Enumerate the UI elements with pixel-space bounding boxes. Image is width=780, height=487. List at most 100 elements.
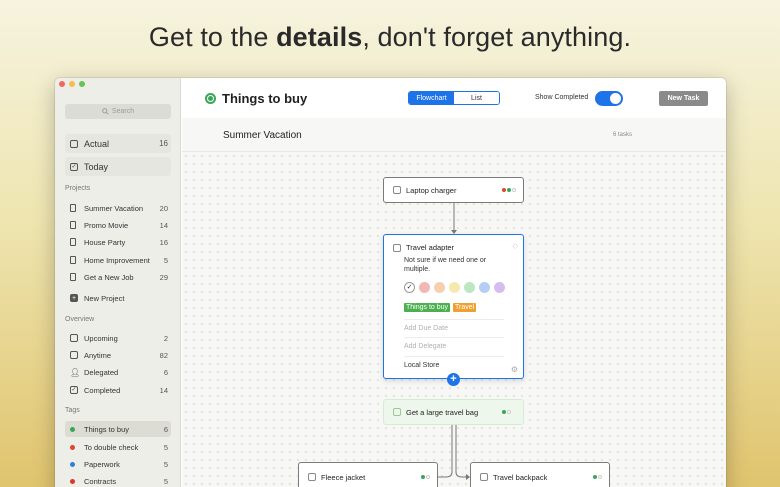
tags-header: Tags: [65, 407, 80, 414]
task-node-fleece-jacket[interactable]: Fleece jacket: [298, 462, 438, 487]
task-checkbox[interactable]: [480, 473, 488, 481]
document-icon: [65, 204, 79, 212]
new-project-button[interactable]: + New Project: [65, 290, 171, 306]
sidebar-tag-contracts[interactable]: Contracts 5: [65, 473, 171, 487]
headline-prefix: Get to the: [148, 22, 277, 52]
sidebar-item-project[interactable]: Home Improvement 5: [65, 252, 171, 268]
sidebar-item-project[interactable]: Summer Vacation 20: [65, 200, 171, 216]
page-title-group: Things to buy: [205, 91, 307, 106]
sidebar-item-label: Summer Vacation: [84, 203, 144, 213]
sidebar-tag-paperwork[interactable]: Paperwork 5: [65, 456, 171, 472]
zoom-window-button[interactable]: [79, 81, 85, 87]
new-task-button[interactable]: New Task: [659, 91, 708, 106]
sidebar-item-label: Promo Movie: [84, 220, 129, 230]
document-icon: [65, 221, 79, 229]
tab-flowchart[interactable]: Flowchart: [409, 92, 454, 104]
color-swatch-green[interactable]: [464, 282, 475, 293]
task-title: Laptop charger: [406, 185, 457, 195]
color-swatch-purple[interactable]: [494, 282, 505, 293]
sidebar-item-count: 20: [159, 203, 168, 213]
toolbar: Things to buy Flowchart List Show Comple…: [182, 78, 726, 118]
sidebar-item-count: 5: [163, 255, 168, 265]
task-checkbox[interactable]: [393, 408, 401, 416]
sidebar-item-anytime[interactable]: Anytime 82: [65, 347, 171, 363]
person-icon: 👤︎: [70, 367, 81, 377]
task-node-travel-bag[interactable]: Get a large travel bag: [383, 399, 524, 425]
sidebar-item-count: 29: [159, 272, 168, 282]
document-icon: [65, 256, 79, 264]
close-window-button[interactable]: [59, 81, 65, 87]
sidebar-item-label: Get a New Job: [84, 272, 134, 282]
color-swatch-blue[interactable]: [479, 282, 490, 293]
sidebar-item-count: 5: [163, 459, 168, 469]
task-count: 6 tasks: [613, 132, 633, 138]
task-node-travel-backpack[interactable]: Travel backpack: [470, 462, 610, 487]
show-completed-label: Show Completed: [535, 94, 589, 101]
tag-things-to-buy[interactable]: Things to buy: [404, 303, 451, 312]
view-switcher: Flowchart List: [408, 91, 500, 105]
sidebar-item-project[interactable]: House Party 16: [65, 234, 171, 250]
tag-dots-icon: [502, 410, 511, 414]
tag-dots-icon: [421, 475, 430, 479]
color-swatch-red[interactable]: [419, 282, 430, 293]
search-input[interactable]: Search: [65, 104, 171, 119]
plus-icon: +: [70, 294, 78, 302]
project-title: Summer Vacation: [223, 130, 302, 141]
location-field[interactable]: Local Store: [404, 356, 504, 369]
sidebar-item-count: 5: [163, 476, 168, 486]
tag-dot-icon: [65, 444, 79, 450]
task-checkbox[interactable]: [393, 243, 401, 252]
sidebar-item-count: 82: [159, 350, 168, 360]
color-swatch-orange[interactable]: [434, 282, 445, 293]
sidebar-item-label: Home Improvement: [84, 255, 150, 265]
task-note[interactable]: Not sure if we need one or multiple.: [404, 256, 504, 274]
overview-header: Overview: [65, 316, 95, 323]
tab-list[interactable]: List: [454, 92, 499, 104]
task-title: Travel backpack: [493, 472, 548, 482]
tag-dots-icon: [593, 475, 602, 479]
task-title: Get a large travel bag: [406, 407, 479, 417]
sidebar-item-label: Today: [84, 161, 109, 172]
add-subtask-button[interactable]: +: [447, 373, 460, 386]
sidebar-item-label: To double check: [84, 442, 139, 452]
sidebar-item-project[interactable]: Get a New Job 29: [65, 269, 171, 285]
search-placeholder: Search: [111, 108, 135, 115]
new-project-label: New Project: [84, 293, 125, 303]
sidebar-item-count: 6: [163, 424, 168, 434]
sidebar-item-delegated[interactable]: 👤︎ Delegated 6: [65, 364, 171, 380]
tag-dot-icon: [65, 461, 79, 467]
color-none-swatch[interactable]: ✓: [404, 282, 415, 293]
checkbox-checked-icon: ✓: [70, 386, 78, 394]
sidebar-item-count: 6: [163, 367, 168, 377]
color-picker: ✓: [404, 282, 505, 293]
task-checkbox[interactable]: [308, 473, 316, 481]
show-completed-toggle[interactable]: [595, 91, 623, 106]
calendar-icon: [65, 334, 79, 342]
reorder-icon[interactable]: ◇: [513, 242, 518, 250]
flowchart-canvas[interactable]: Laptop charger Travel adapter ◇ Not sure…: [182, 152, 726, 487]
sidebar-item-today[interactable]: ✓ Today: [65, 157, 171, 176]
sidebar-item-label: Things to buy: [84, 424, 130, 434]
sidebar-item-label: Actual: [84, 138, 110, 149]
page-title: Things to buy: [222, 91, 308, 106]
tag-travel[interactable]: Travel: [453, 303, 477, 312]
minimize-window-button[interactable]: [69, 81, 75, 87]
delegate-field[interactable]: Add Delegate: [404, 337, 504, 350]
sidebar-item-actual[interactable]: Actual 16: [65, 134, 171, 153]
sidebar-item-completed[interactable]: ✓ Completed 14: [65, 382, 171, 398]
settings-icon[interactable]: ⚙: [511, 365, 518, 374]
projects-header: Projects: [65, 185, 91, 192]
task-checkbox[interactable]: [393, 186, 401, 194]
task-card-travel-adapter[interactable]: Travel adapter ◇ Not sure if we need one…: [383, 234, 524, 386]
sidebar-item-upcoming[interactable]: Upcoming 2: [65, 330, 171, 346]
sidebar-tag-to-double-check[interactable]: To double check 5: [65, 439, 171, 455]
sidebar-item-count: 16: [159, 139, 168, 148]
task-node-laptop-charger[interactable]: Laptop charger: [383, 177, 524, 203]
tag-circle-icon: [205, 93, 216, 104]
due-date-field[interactable]: Add Due Date: [404, 319, 504, 332]
color-swatch-yellow[interactable]: [449, 282, 460, 293]
document-icon: [65, 273, 79, 281]
sidebar-item-project[interactable]: Promo Movie 14: [65, 217, 171, 233]
search-icon: [102, 108, 109, 115]
sidebar-tag-things-to-buy[interactable]: Things to buy 6: [65, 421, 171, 437]
